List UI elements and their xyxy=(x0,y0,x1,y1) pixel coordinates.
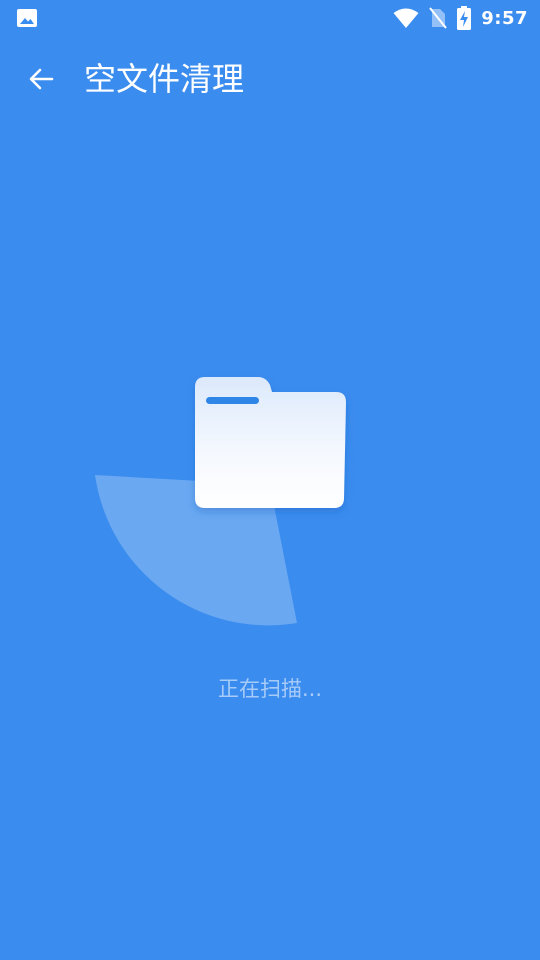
scan-status-text: 正在扫描... xyxy=(217,677,323,701)
status-time: 9:57 xyxy=(481,7,528,29)
folder-tab-line xyxy=(206,397,259,404)
app-bar: 空文件清理 xyxy=(0,40,540,116)
image-notification-icon xyxy=(16,8,38,28)
battery-charging-icon xyxy=(457,6,472,30)
arrow-back-icon xyxy=(27,65,55,93)
folder-icon xyxy=(195,377,346,508)
back-button[interactable] xyxy=(20,58,62,100)
no-sim-icon xyxy=(429,7,447,29)
page-title: 空文件清理 xyxy=(84,60,245,98)
scan-illustration xyxy=(0,340,540,660)
status-icons: 9:57 xyxy=(393,5,528,31)
wifi-icon xyxy=(393,7,419,29)
status-bar: 9:57 xyxy=(0,0,540,36)
